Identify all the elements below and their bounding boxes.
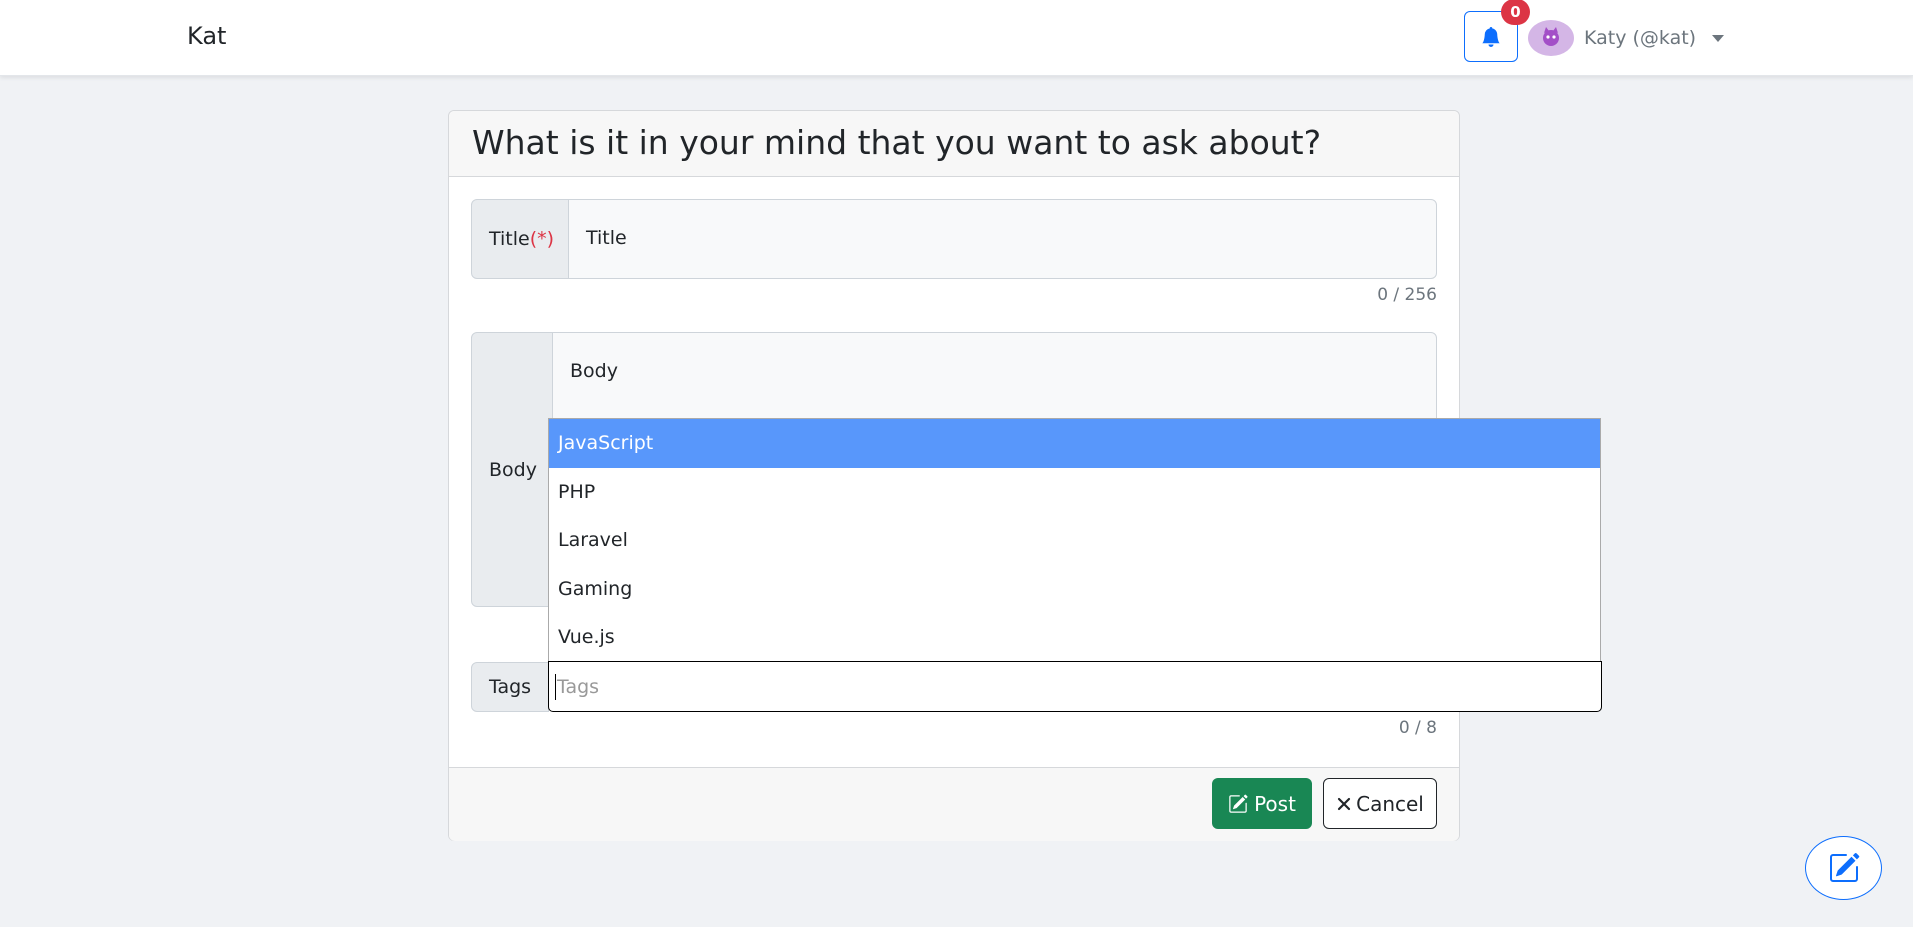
notification-count-badge: 0 <box>1501 0 1530 25</box>
tag-option[interactable]: Gaming <box>549 565 1600 614</box>
caret-down-icon <box>1712 34 1725 42</box>
cancel-button[interactable]: Cancel <box>1323 778 1437 829</box>
text-cursor <box>555 673 556 700</box>
post-button[interactable]: Post <box>1212 778 1312 829</box>
cat-avatar-icon <box>1543 27 1559 46</box>
title-placeholder: Title <box>586 227 627 249</box>
edit-icon <box>1229 794 1248 813</box>
close-icon <box>1338 797 1351 810</box>
tags-placeholder: Tags <box>557 675 600 698</box>
post-button-label: Post <box>1254 791 1296 816</box>
page-title: What is it in your mind that you want to… <box>472 123 1322 162</box>
title-char-counter: 0 / 256 <box>1377 285 1437 305</box>
tags-counter: 0 / 8 <box>1398 718 1437 738</box>
body-placeholder: Body <box>570 360 618 382</box>
required-marker: (*) <box>529 228 555 250</box>
brand-link[interactable]: Kat <box>187 22 226 50</box>
user-name-label: Katy (@kat) <box>1584 27 1697 49</box>
tags-suggestion-dropdown: JavaScript PHP Laravel Gaming Vue.js <box>548 418 1601 662</box>
edit-icon <box>1829 852 1859 882</box>
tags-input[interactable]: Tags <box>548 661 1602 712</box>
tags-label: Tags <box>489 676 532 698</box>
top-navbar: Kat 0 Katy (@kat) <box>0 0 1913 76</box>
card-header: What is it in your mind that you want to… <box>449 111 1459 177</box>
tag-option[interactable]: Laravel <box>549 516 1600 565</box>
cancel-button-label: Cancel <box>1356 791 1424 816</box>
user-menu-toggle[interactable]: Katy (@kat) <box>1528 18 1725 58</box>
tags-label-addon: Tags <box>471 662 549 712</box>
title-label: Title <box>489 228 530 250</box>
body-label: Body <box>489 458 537 481</box>
tag-option[interactable]: PHP <box>549 468 1600 517</box>
tag-option[interactable]: Vue.js <box>549 613 1600 662</box>
tag-option[interactable]: JavaScript <box>549 419 1600 468</box>
title-label-addon: Title (*) <box>471 199 569 279</box>
title-input[interactable]: Title <box>568 199 1437 279</box>
new-post-fab[interactable] <box>1805 836 1882 900</box>
bell-icon <box>1482 26 1500 47</box>
body-label-addon: Body <box>471 332 553 607</box>
avatar <box>1528 20 1574 56</box>
